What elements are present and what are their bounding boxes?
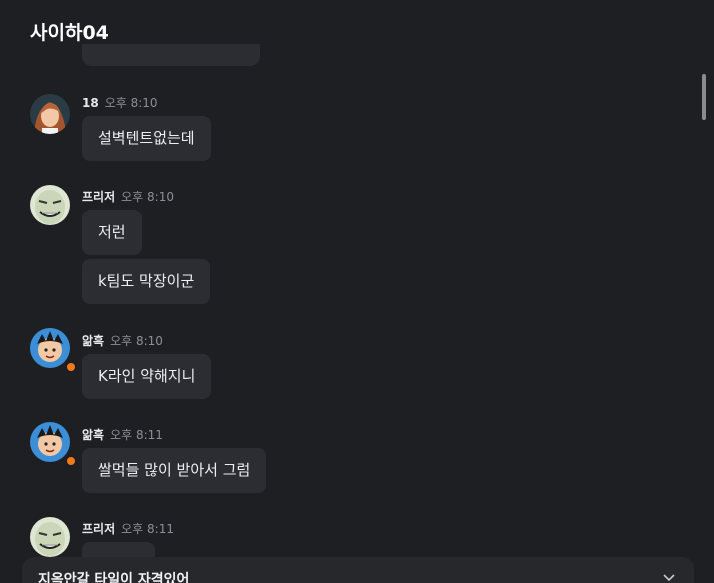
author-name[interactable]: 앎흑 bbox=[82, 428, 104, 442]
anime-avatar-icon[interactable] bbox=[30, 422, 70, 462]
online-status-icon bbox=[65, 361, 77, 373]
scrollbar-thumb[interactable] bbox=[702, 74, 706, 120]
meme-face-avatar-icon[interactable] bbox=[30, 517, 70, 557]
chat-window: 사이하04 18 오후 8:10 설벽텐트없는데 프리저 오후 8:10 저런 … bbox=[0, 0, 714, 583]
message-time: 오후 8:10 bbox=[110, 334, 163, 348]
message-meta: 프리저 오후 8:11 bbox=[82, 520, 174, 536]
reply-preview-text: 지옥안갈 타일이 자격있어 bbox=[38, 572, 190, 583]
meme-face-avatar-icon[interactable] bbox=[30, 185, 70, 225]
message-meta: 앎흑 오후 8:10 bbox=[82, 332, 163, 348]
channel-title: 사이하04 bbox=[30, 22, 109, 44]
message-time: 오후 8:10 bbox=[121, 190, 174, 204]
chevron-down-icon[interactable] bbox=[662, 571, 676, 583]
message-meta: 18 오후 8:10 bbox=[82, 94, 158, 110]
message-list[interactable]: 18 오후 8:10 설벽텐트없는데 프리저 오후 8:10 저런 k팀도 막장이군 bbox=[0, 44, 700, 583]
author-name[interactable]: 18 bbox=[82, 96, 99, 110]
reply-preview-bar[interactable]: 지옥안갈 타일이 자격있어 bbox=[22, 557, 694, 583]
author-name[interactable]: 프리저 bbox=[82, 190, 115, 204]
message-time: 오후 8:11 bbox=[110, 428, 163, 442]
message-meta: 프리저 오후 8:10 bbox=[82, 188, 174, 204]
online-status-icon bbox=[65, 455, 77, 467]
author-name[interactable]: 프리저 bbox=[82, 522, 115, 536]
message-bubble[interactable]: 쌀먹들 많이 받아서 그럼 bbox=[82, 448, 267, 493]
message-bubble[interactable]: K라인 약해지니 bbox=[82, 354, 212, 399]
message-bubble[interactable]: 설벽텐트없는데 bbox=[82, 116, 211, 161]
message-time: 오후 8:10 bbox=[104, 96, 158, 110]
message-time: 오후 8:11 bbox=[121, 522, 174, 536]
message-bubble[interactable]: k팀도 막장이군 bbox=[82, 259, 211, 304]
message-bubble[interactable]: 저런 bbox=[82, 210, 142, 255]
previous-message-bubble bbox=[82, 44, 260, 66]
author-name[interactable]: 앎흑 bbox=[82, 334, 104, 348]
anime-avatar-icon[interactable] bbox=[30, 328, 70, 368]
message-meta: 앎흑 오후 8:11 bbox=[82, 426, 163, 442]
portrait-avatar-icon[interactable] bbox=[30, 94, 70, 134]
